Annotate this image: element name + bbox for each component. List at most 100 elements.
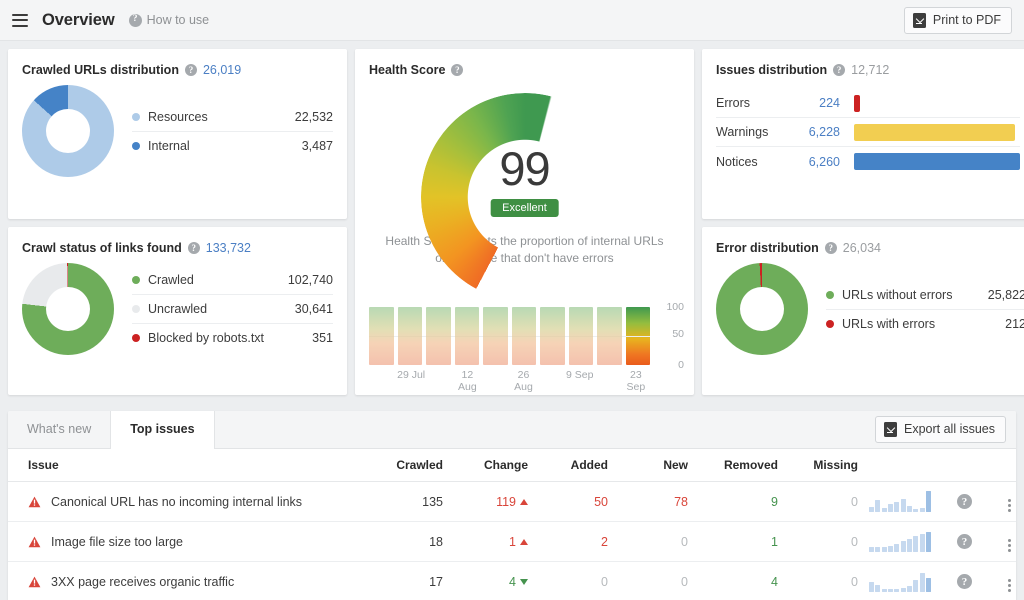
card-total[interactable]: 26,019 — [203, 63, 241, 77]
y-tick: 0 — [678, 359, 684, 371]
x-tick — [538, 369, 566, 393]
issues-value[interactable]: 224 — [788, 96, 840, 110]
tab-whats-new[interactable]: What's new — [8, 411, 110, 448]
card-title: Issues distribution — [716, 63, 827, 77]
col-change[interactable]: Change — [443, 449, 528, 482]
legend-item: Blocked by robots.txt 351 — [132, 324, 333, 352]
cell-new: 0 — [608, 562, 688, 600]
sparkline-bar — [907, 506, 912, 512]
cell-added: 50 — [528, 482, 608, 522]
help-icon[interactable]: ? — [188, 242, 200, 254]
sparkline-chart — [869, 531, 931, 552]
card-total: 26,034 — [843, 241, 881, 255]
arrow-down-icon — [520, 579, 528, 585]
cell-issue[interactable]: Canonical URL has no incoming internal l… — [8, 482, 363, 522]
help-icon[interactable]: ? — [825, 242, 837, 254]
card-header: Crawl status of links found ? 133,732 — [8, 227, 347, 255]
export-all-issues-button[interactable]: Export all issues — [875, 416, 1006, 443]
cell-menu — [987, 522, 1016, 562]
health-score-gauge: 99 Excellent — [421, 93, 629, 211]
cell-change: 4 — [443, 562, 528, 600]
card-header: Issues distribution ? 12,712 — [702, 49, 1024, 77]
issues-value[interactable]: 6,228 — [788, 125, 840, 139]
issues-label: Notices — [716, 155, 788, 169]
card-title: Crawled URLs distribution — [22, 63, 179, 77]
issues-row-warnings: Warnings 6,228 — [716, 118, 1020, 147]
how-to-use-label: How to use — [147, 13, 210, 27]
cell-crawled: 18 — [363, 522, 443, 562]
sparkline-bar — [901, 541, 906, 552]
cell-sparkline — [858, 482, 942, 522]
tab-top-issues[interactable]: Top issues — [110, 411, 214, 449]
col-new[interactable]: New — [608, 449, 688, 482]
tab-bar: What's new Top issues Export all issues — [8, 411, 1016, 449]
sparkline-bar — [920, 534, 925, 552]
health-score-history-chart: 100 50 0 29 Jul 12 Aug 26 Aug 9 Sep 23 S… — [369, 307, 684, 385]
issues-label: Errors — [716, 96, 788, 110]
donut-chart-row: Crawled 102,740 Uncrawled 30,641 Blocked… — [8, 255, 347, 355]
legend-value: 212 — [1005, 317, 1024, 331]
history-bar — [369, 307, 394, 365]
sparkline-bar — [901, 499, 906, 512]
card-header: Crawled URLs distribution ? 26,019 — [8, 49, 347, 77]
how-to-use-link[interactable]: ? How to use — [129, 13, 210, 27]
cell-menu — [987, 482, 1016, 522]
download-icon — [884, 422, 897, 437]
kebab-menu-icon[interactable] — [1008, 539, 1011, 552]
cell-issue[interactable]: 3XX page receives organic traffic — [8, 562, 363, 600]
legend-label: Uncrawled — [148, 302, 207, 316]
issues-bar — [854, 124, 1015, 141]
table-row[interactable]: Image file size too large 18 1 2 0 1 0 ? — [8, 522, 1016, 562]
legend-value: 25,822 — [988, 288, 1024, 302]
issues-value[interactable]: 6,260 — [788, 155, 840, 169]
warning-icon — [28, 576, 41, 588]
sparkline-bar — [913, 536, 918, 552]
col-removed[interactable]: Removed — [688, 449, 778, 482]
help-icon[interactable]: ? — [185, 64, 197, 76]
col-added[interactable]: Added — [528, 449, 608, 482]
legend-value: 22,532 — [295, 110, 333, 124]
cell-change: 119 — [443, 482, 528, 522]
legend-value: 3,487 — [302, 139, 333, 153]
sparkline-chart — [869, 571, 931, 592]
x-tick: 26 Aug — [509, 369, 537, 393]
cell-removed: 4 — [688, 562, 778, 600]
history-bar — [398, 307, 423, 365]
col-crawled[interactable]: Crawled — [363, 449, 443, 482]
kebab-menu-icon[interactable] — [1008, 579, 1011, 592]
help-icon[interactable]: ? — [833, 64, 845, 76]
cell-crawled: 17 — [363, 562, 443, 600]
sparkline-bar — [888, 589, 893, 592]
table-row[interactable]: 3XX page receives organic traffic 17 4 0… — [8, 562, 1016, 600]
table-row[interactable]: Canonical URL has no incoming internal l… — [8, 482, 1016, 522]
hamburger-icon[interactable] — [12, 14, 28, 27]
cell-issue[interactable]: Image file size too large — [8, 522, 363, 562]
issues-bar — [854, 95, 860, 112]
issues-label: Warnings — [716, 125, 788, 139]
col-issue[interactable]: Issue — [8, 449, 363, 482]
warning-icon — [28, 536, 41, 548]
arrow-up-icon — [520, 539, 528, 545]
help-icon[interactable]: ? — [451, 64, 463, 76]
help-icon[interactable]: ? — [957, 574, 972, 589]
legend: URLs without errors 25,822 URLs with err… — [826, 281, 1024, 338]
sparkline-bar — [913, 509, 918, 512]
col-missing[interactable]: Missing — [778, 449, 858, 482]
legend-dot-urls-with-errors — [826, 320, 834, 328]
sparkline-chart — [869, 491, 931, 512]
card-total[interactable]: 133,732 — [206, 241, 251, 255]
legend-item: Resources 22,532 — [132, 103, 333, 132]
print-to-pdf-button[interactable]: Print to PDF — [904, 7, 1012, 34]
export-all-issues-label: Export all issues — [904, 422, 995, 436]
kebab-menu-icon[interactable] — [1008, 499, 1011, 512]
help-icon[interactable]: ? — [957, 534, 972, 549]
cell-menu — [987, 562, 1016, 600]
history-bar — [512, 307, 537, 365]
issue-name: Canonical URL has no incoming internal l… — [51, 495, 302, 509]
x-tick: 12 Aug — [453, 369, 481, 393]
legend-value: 351 — [312, 331, 333, 345]
x-tick: 23 Sep — [622, 369, 650, 393]
help-icon[interactable]: ? — [957, 494, 972, 509]
help-icon: ? — [129, 14, 142, 27]
col-help — [942, 449, 987, 482]
